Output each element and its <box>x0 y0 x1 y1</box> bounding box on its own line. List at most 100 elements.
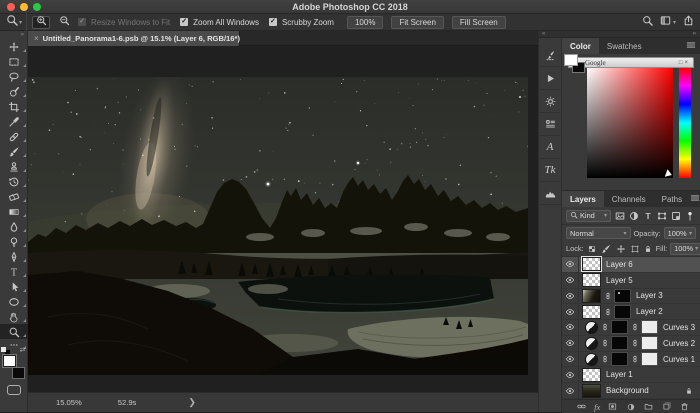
layer-thumbnail[interactable] <box>583 385 600 397</box>
quick-mask-button[interactable] <box>7 385 21 395</box>
delete-layer-button[interactable] <box>679 401 690 412</box>
default-colors-button[interactable] <box>1 347 10 355</box>
layer-mask-thumbnail[interactable] <box>615 306 630 318</box>
layer-name[interactable]: Layer 3 <box>636 291 663 300</box>
layer-name[interactable]: Layer 2 <box>636 307 663 316</box>
zoom-in-mode-button[interactable] <box>32 16 50 29</box>
tab-channels[interactable]: Channels <box>604 191 654 207</box>
visibility-eye-icon[interactable] <box>562 273 579 288</box>
tab-paths[interactable]: Paths <box>654 191 690 207</box>
link-layers-button[interactable] <box>576 401 587 412</box>
eraser-tool[interactable] <box>0 189 28 204</box>
character-panel-icon[interactable]: Tk <box>538 159 562 182</box>
fill-screen-button[interactable]: Fill Screen <box>452 16 506 29</box>
add-layer-mask-button[interactable] <box>607 401 618 412</box>
layer-name[interactable]: Curves 3 <box>663 323 695 332</box>
layer-name[interactable]: Layer 1 <box>606 370 633 379</box>
tab-swatches[interactable]: Swatches <box>599 38 650 54</box>
overlay-window-controls[interactable]: □× <box>679 60 690 66</box>
hand-tool[interactable] <box>0 309 28 324</box>
workspace-switcher[interactable]: ▾ <box>660 13 676 31</box>
history-brush-tool[interactable] <box>0 174 28 189</box>
document-image[interactable] <box>28 77 528 375</box>
shape-tool[interactable] <box>0 294 28 309</box>
blur-tool[interactable] <box>0 219 28 234</box>
layer-thumbnail[interactable] <box>586 338 597 349</box>
zoom-100-button[interactable]: 100% <box>347 16 383 29</box>
tab-color[interactable]: Color <box>562 38 599 54</box>
layer-mask-thumbnail[interactable] <box>612 337 627 349</box>
resize-windows-checkbox[interactable]: ✓ Resize Windows to Fit <box>78 18 175 27</box>
hue-slider[interactable] <box>679 68 691 178</box>
layer-thumbnail[interactable] <box>583 258 600 270</box>
filter-adjustment-layers[interactable] <box>628 211 640 221</box>
layer-name[interactable]: Curves 2 <box>663 339 695 348</box>
layer-thumbnail[interactable] <box>586 322 597 333</box>
status-chevron-icon[interactable]: ❯ <box>188 397 196 408</box>
marquee-tool[interactable] <box>0 54 28 69</box>
filter-pixel-layers[interactable] <box>614 211 626 221</box>
new-group-button[interactable] <box>643 401 654 412</box>
lock-image-pixels-button[interactable] <box>600 243 612 255</box>
clone-stamp-tool[interactable] <box>0 159 28 174</box>
move-tool[interactable] <box>0 39 28 54</box>
layer-thumbnail[interactable] <box>583 369 600 381</box>
filter-toggle[interactable] <box>684 211 696 221</box>
current-tool-badge[interactable]: ▾ <box>6 13 27 31</box>
adjustments-panel-icon[interactable] <box>538 90 562 113</box>
eyedropper-tool[interactable] <box>0 114 28 129</box>
visibility-eye-icon[interactable] <box>562 367 579 382</box>
zoom-level-field[interactable]: 15.05% <box>56 398 82 407</box>
quick-selection-tool[interactable] <box>0 84 28 99</box>
close-icon[interactable]: × <box>34 34 39 43</box>
lock-position-button[interactable] <box>615 243 627 255</box>
layer-row-layer-1[interactable]: Layer 1 <box>562 367 700 383</box>
collapse-dock-icon[interactable]: « <box>542 31 545 37</box>
background-color-swatch[interactable] <box>12 367 25 379</box>
visibility-eye-icon[interactable] <box>562 352 579 367</box>
type-tool[interactable]: T <box>0 264 28 279</box>
lasso-tool[interactable] <box>0 69 28 84</box>
foreground-color-swatch[interactable] <box>564 54 578 66</box>
close-icon[interactable]: × <box>684 60 690 66</box>
pen-tool[interactable] <box>0 249 28 264</box>
visibility-eye-icon[interactable] <box>562 336 579 351</box>
fill-field[interactable]: 100% ▾ <box>670 243 700 255</box>
lock-artboard-button[interactable] <box>630 244 640 254</box>
lock-transparent-pixels-button[interactable] <box>587 244 597 254</box>
styles-panel-icon[interactable] <box>538 113 562 136</box>
layer-mask-thumbnail[interactable] <box>642 321 657 333</box>
scrubby-zoom-checkbox[interactable]: ✓ Scrubby Zoom <box>269 18 339 27</box>
visibility-eye-icon[interactable] <box>562 383 579 398</box>
layer-row-layer-2[interactable]: Layer 2 <box>562 304 700 320</box>
new-layer-button[interactable] <box>661 401 672 412</box>
visibility-eye-icon[interactable] <box>562 320 579 335</box>
google-overlay-titlebar[interactable]: Google □× <box>568 57 694 68</box>
layer-name[interactable]: Layer 6 <box>606 260 633 269</box>
tab-layers[interactable]: Layers <box>562 191 604 207</box>
layer-row-layer-3[interactable]: Layer 3 <box>562 289 700 305</box>
layer-styles-button[interactable]: fx <box>594 402 600 412</box>
panel-menu-button[interactable] <box>686 38 700 54</box>
brush-settings-panel-icon[interactable] <box>538 44 562 67</box>
foreground-color-swatch[interactable] <box>3 355 16 367</box>
visibility-eye-icon[interactable] <box>562 304 579 319</box>
layer-thumbnail[interactable] <box>583 290 600 302</box>
layer-row-curves-2[interactable]: Curves 2 <box>562 336 700 352</box>
layer-name[interactable]: Curves 1 <box>663 355 695 364</box>
share-icon[interactable] <box>683 13 694 31</box>
new-adjustment-layer-button[interactable] <box>626 402 636 412</box>
panel-menu-button[interactable] <box>690 191 700 207</box>
search-icon[interactable] <box>642 13 653 31</box>
layer-mask-thumbnail[interactable] <box>612 353 627 365</box>
filter-smart-objects[interactable] <box>670 211 682 221</box>
layer-row-layer-6[interactable]: Layer 6 <box>562 257 700 273</box>
visibility-eye-icon[interactable] <box>562 257 579 272</box>
layer-row-background[interactable]: Background <box>562 383 700 399</box>
opacity-field[interactable]: 100% ▾ <box>664 227 696 239</box>
filter-type-layers[interactable]: T <box>642 211 654 221</box>
histogram-panel-icon[interactable] <box>538 182 562 205</box>
dodge-tool[interactable] <box>0 234 28 249</box>
gradient-tool[interactable] <box>0 204 28 219</box>
layer-mask-thumbnail[interactable] <box>642 337 657 349</box>
